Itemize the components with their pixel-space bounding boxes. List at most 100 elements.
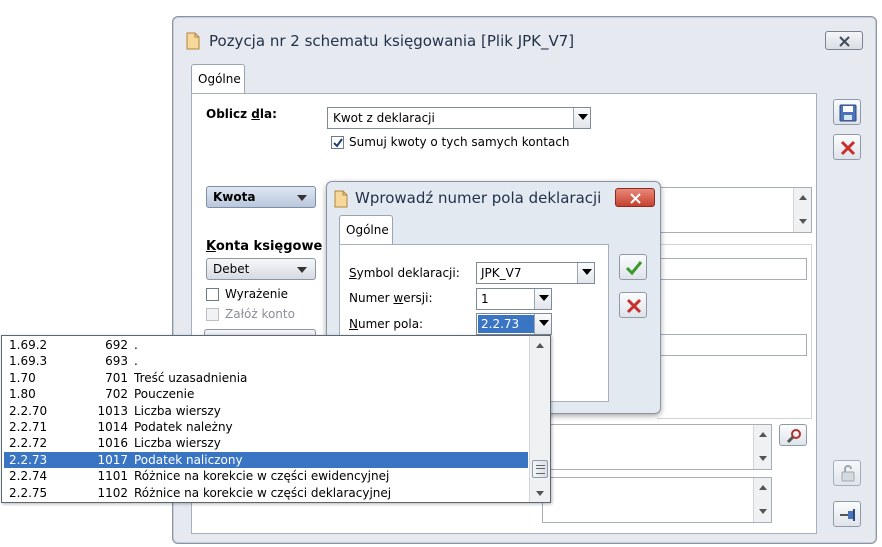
- debit-account-field[interactable]: [657, 258, 807, 280]
- list-item[interactable]: 2.2.75 1102 Różnice na korekcie w części d…: [4, 485, 528, 501]
- list-item[interactable]: 2.2.70 1013 Liczba wierszy: [4, 403, 528, 419]
- list-item-code: 2.2.70: [9, 403, 48, 418]
- version-select[interactable]: 1: [476, 288, 552, 310]
- field-number-dropdown-list[interactable]: 1.69.2 692. 1.69.3 693. 1.70 701 Treść uzasadn…: [1, 335, 551, 503]
- confirm-button[interactable]: [619, 254, 647, 280]
- chevron-down-icon: [297, 195, 307, 201]
- document-icon: [186, 32, 200, 50]
- symbol-value: JPK_V7: [481, 266, 522, 280]
- tab-general-label: Ogólne: [198, 72, 241, 86]
- list-item-description: Liczba wierszy: [134, 436, 221, 451]
- list-item-number: 693: [105, 354, 128, 369]
- scroll-up-icon[interactable]: [532, 338, 548, 352]
- list-item[interactable]: 1.80 702 Pouczenie: [4, 386, 528, 402]
- chevron-down-icon[interactable]: [573, 108, 590, 128]
- scroll-down-icon[interactable]: [532, 486, 548, 500]
- list-item[interactable]: 2.2.71 1014 Podatek należny: [4, 419, 528, 435]
- description-area-bottom[interactable]: [542, 477, 772, 523]
- field-number-value: 2.2.73: [478, 315, 534, 333]
- list-item[interactable]: 2.2.74 1101 Różnice na korekcie w części e…: [4, 468, 528, 484]
- expression-label: Wyrażenie: [225, 287, 289, 301]
- scroll-up-icon[interactable]: [755, 427, 771, 441]
- list-item-number: 1102: [97, 485, 128, 500]
- create-account-label: Załóż konto: [225, 307, 295, 321]
- chevron-down-icon: [297, 267, 307, 273]
- expression-area[interactable]: [542, 424, 772, 470]
- dialog-close-button[interactable]: [615, 188, 655, 207]
- red-x-icon: [626, 298, 642, 314]
- amount-button[interactable]: Kwota: [206, 186, 316, 208]
- list-item[interactable]: 2.2.72 1016 Liczba wierszy: [4, 435, 528, 451]
- green-checkmark-icon: [625, 261, 643, 276]
- list-item-description: Treść uzasadnienia: [134, 370, 248, 385]
- padlock-icon: [841, 465, 855, 482]
- chevron-down-icon[interactable]: [534, 314, 551, 334]
- list-item-description: .: [134, 354, 138, 369]
- debit-select[interactable]: Debet: [206, 258, 316, 280]
- list-item-number: 1013: [97, 403, 128, 418]
- list-item-number: 1017: [97, 452, 128, 467]
- chevron-down-icon[interactable]: [577, 263, 594, 283]
- list-item-number: 1014: [97, 420, 128, 434]
- list-item-description: .: [134, 338, 138, 352]
- pin-icon: [840, 509, 855, 521]
- list-item-description: Różnice na korekcie w części ewidencyjne…: [134, 469, 390, 484]
- red-x-icon: [840, 140, 856, 156]
- list-item-code: 2.2.72: [9, 436, 48, 451]
- accounts-header: Konta księgowe: [206, 239, 323, 254]
- scrollbar[interactable]: [753, 478, 771, 522]
- close-window-button[interactable]: [825, 31, 863, 50]
- checkmark-icon: [333, 138, 343, 148]
- list-item-code: 1.69.3: [9, 354, 48, 369]
- list-item[interactable]: 1.69.3 693.: [4, 353, 528, 369]
- sum-checkbox-label: Sumuj kwoty o tych samych kontach: [349, 135, 570, 149]
- credit-account-field[interactable]: [657, 334, 807, 356]
- list-item-description: Różnice na korekcie w części deklaracyjn…: [134, 485, 392, 500]
- scroll-up-icon[interactable]: [755, 480, 771, 494]
- list-item-description: Liczba wierszy: [134, 403, 221, 418]
- list-item-description: Pouczenie: [134, 387, 195, 402]
- expression-checkbox[interactable]: [206, 288, 219, 301]
- scroll-thumb[interactable]: [532, 460, 548, 478]
- list-item-number: 701: [105, 370, 128, 385]
- scroll-down-icon[interactable]: [795, 214, 811, 228]
- list-item[interactable]: 1.70 701 Treść uzasadnienia: [4, 370, 528, 386]
- dialog-title: Wprowadź numer pola deklaracji: [355, 189, 602, 207]
- scroll-up-icon[interactable]: [795, 190, 811, 204]
- debit-value: Debet: [213, 262, 250, 276]
- version-value: 1: [481, 292, 489, 306]
- pin-button[interactable]: [833, 501, 861, 527]
- calc-for-select[interactable]: Kwot z deklaracji: [327, 107, 591, 129]
- symbol-label: Symbol deklaracji:: [349, 266, 460, 280]
- save-button[interactable]: [833, 99, 861, 125]
- field-number-label: Numer pola:: [349, 317, 424, 331]
- sum-checkbox[interactable]: [331, 136, 344, 149]
- tab-general[interactable]: Ogólne: [191, 64, 245, 94]
- field-number-select[interactable]: 2.2.73: [476, 313, 552, 335]
- dropdown-scrollbar[interactable]: [529, 336, 550, 502]
- dialog-tab-general-label: Ogólne: [346, 223, 389, 237]
- list-item-number: 1016: [97, 436, 128, 451]
- scrollbar[interactable]: [753, 425, 771, 469]
- list-item[interactable]: 2.2.73 1017 Podatek naliczony: [4, 451, 528, 468]
- list-item-code: 2.2.73: [9, 452, 48, 467]
- close-icon: [630, 193, 641, 204]
- list-item-code: 1.80: [9, 387, 36, 402]
- dialog-cancel-button[interactable]: [619, 292, 647, 318]
- unlock-button[interactable]: [833, 460, 861, 486]
- cancel-button[interactable]: [833, 134, 861, 160]
- expression-builder-button[interactable]: [779, 424, 807, 446]
- list-item[interactable]: 1.69.2 692.: [4, 337, 528, 353]
- window-title: Pozycja nr 2 schematu księgowania [Plik …: [209, 32, 575, 50]
- list-item-code: 2.2.75: [9, 485, 48, 500]
- scroll-down-icon[interactable]: [755, 504, 771, 518]
- scroll-down-icon[interactable]: [755, 451, 771, 465]
- amount-button-label: Kwota: [213, 190, 256, 204]
- dialog-tab-general[interactable]: Ogólne: [339, 215, 393, 245]
- floppy-disk-icon: [839, 104, 857, 122]
- chevron-down-icon[interactable]: [534, 289, 551, 309]
- scrollbar[interactable]: [793, 188, 811, 232]
- description-area-top[interactable]: [657, 187, 812, 233]
- wrench-icon: [786, 429, 801, 444]
- symbol-select[interactable]: JPK_V7: [476, 262, 595, 284]
